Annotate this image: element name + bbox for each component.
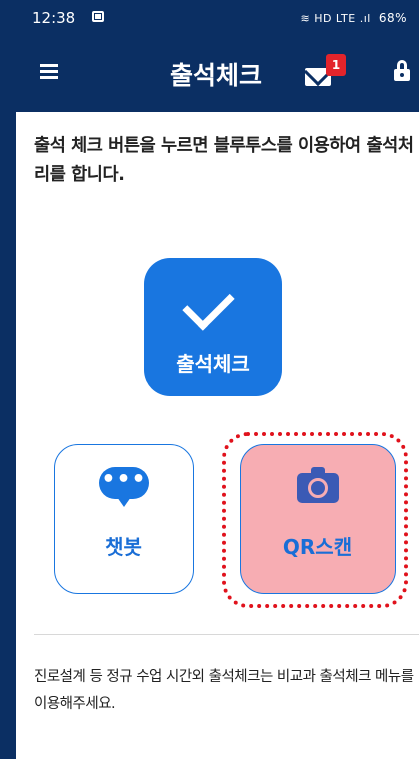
- checkin-label: 출석체크: [176, 352, 250, 376]
- battery-level: 68%: [378, 11, 407, 25]
- chatbot-button[interactable]: ••• 챗봇: [54, 444, 194, 594]
- menu-icon[interactable]: [40, 64, 58, 80]
- app-bar: 출석체크 1: [0, 34, 419, 110]
- lock-icon[interactable]: [394, 60, 410, 82]
- qr-scan-button[interactable]: QR스캔: [240, 444, 396, 594]
- chat-dots: •••: [101, 467, 147, 492]
- checkmark-icon: [182, 278, 235, 331]
- gallery-notification-icon: [92, 11, 104, 22]
- status-time: 12:38: [32, 9, 76, 27]
- chat-bubble-icon: •••: [99, 467, 149, 507]
- chatbot-label: 챗봇: [105, 535, 142, 559]
- qr-scan-label: QR스캔: [282, 535, 353, 559]
- footer-note: 진로설계 등 정규 수업 시간외 출석체크는 비교과 출석체크 메뉴를 이용해주…: [34, 669, 414, 712]
- network-indicator: ≋ HD LTE .ıl: [300, 12, 371, 25]
- camera-icon: [297, 467, 339, 503]
- main-content: 출석 체크 버튼을 누르면 블루투스를 이용하여 출석처리를 합니다. 출석체크…: [16, 112, 419, 759]
- divider: [34, 634, 419, 635]
- status-bar: 12:38 ≋ HD LTE .ıl 68%: [0, 0, 419, 34]
- checkin-button[interactable]: 출석체크: [144, 258, 282, 396]
- page-title: 출석체크: [170, 61, 263, 90]
- mail-count-badge: 1: [326, 54, 346, 76]
- system-icons: ≋ HD LTE .ıl 68%: [300, 11, 407, 25]
- intro-text: 출석 체크 버튼을 누르면 블루투스를 이용하여 출석처리를 합니다.: [34, 136, 414, 185]
